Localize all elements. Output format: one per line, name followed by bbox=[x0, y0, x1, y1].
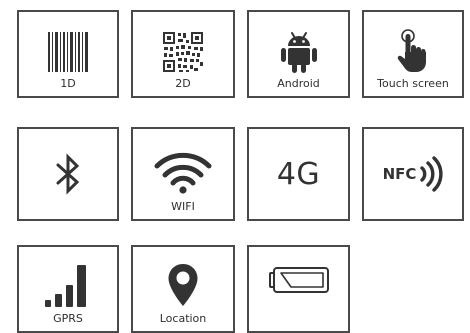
tile-battery bbox=[247, 245, 350, 333]
4g-text-icon: 4G bbox=[249, 129, 348, 219]
android-icon bbox=[249, 29, 348, 74]
touch-hand-icon bbox=[364, 27, 462, 75]
nfc-waves-icon bbox=[420, 156, 444, 192]
tile-label: 1D bbox=[60, 77, 76, 90]
tile-label: Android bbox=[277, 77, 320, 90]
bluetooth-icon bbox=[19, 129, 117, 219]
wifi-icon bbox=[133, 147, 233, 195]
nfc-icon: NFC bbox=[364, 129, 462, 219]
tile-label: WIFI bbox=[171, 200, 195, 213]
tile-label: GPRS bbox=[53, 312, 83, 325]
tile-location: Location bbox=[131, 245, 235, 333]
tile-android: Android bbox=[247, 10, 350, 98]
tile-label: Location bbox=[159, 312, 207, 325]
signal-bars-icon bbox=[19, 261, 117, 309]
tile-gprs: GPRS bbox=[17, 245, 119, 333]
tile-4g: 4G bbox=[247, 127, 350, 221]
tile-label: Touch screen bbox=[377, 77, 449, 90]
tile-wifi: WIFI bbox=[131, 127, 235, 221]
tile-label: 2D bbox=[175, 77, 191, 90]
tile-nfc: NFC bbox=[362, 127, 464, 221]
qr-code-icon bbox=[133, 29, 233, 74]
4g-label: 4G bbox=[276, 156, 321, 192]
nfc-label: NFC bbox=[382, 165, 417, 183]
tile-touch-screen: Touch screen bbox=[362, 10, 464, 98]
barcode-icon bbox=[19, 29, 117, 74]
tile-1d: 1D bbox=[17, 10, 119, 98]
tile-bluetooth bbox=[17, 127, 119, 221]
location-pin-icon bbox=[133, 261, 233, 309]
battery-icon bbox=[249, 265, 348, 299]
tile-2d: 2D bbox=[131, 10, 235, 98]
